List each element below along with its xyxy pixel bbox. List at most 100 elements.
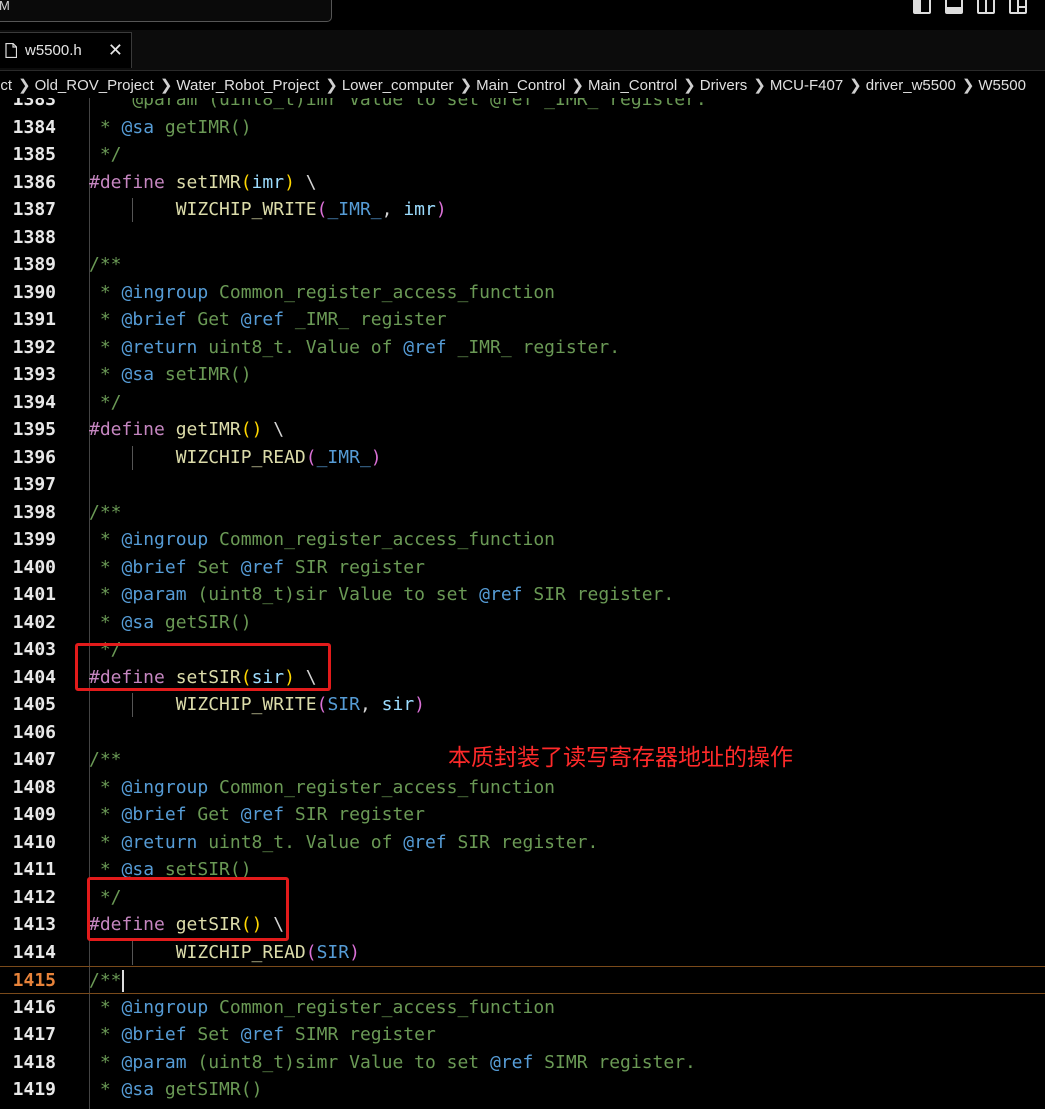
breadcrumb-item[interactable]: Main_Control [476,77,565,94]
code-line[interactable]: 1415 /** [0,966,1045,994]
code-token: @brief [121,1024,187,1045]
code-token: ( [240,171,252,193]
code-line[interactable]: 1389 /** [0,251,1045,279]
code-editor[interactable]: 1383 @param (uint8_t)imr Value to set @r… [0,98,1045,1109]
code-token: @ref [479,584,523,605]
code-text: * @param (uint8_t)sir Value to set @ref … [89,581,674,609]
customize-layout-icon[interactable] [1009,0,1027,14]
toggle-panel-icon[interactable] [945,0,963,14]
indent-guide [132,940,133,965]
code-token: WIZCHIP_WRITE [175,199,317,220]
line-number: 1404 [12,666,56,688]
code-line[interactable]: 1391 * @brief Get @ref _IMR_ register [0,306,1045,334]
code-line[interactable]: 1409 * @brief Get @ref SIR register [0,801,1045,829]
code-line[interactable]: 1414 WIZCHIP_READ(SIR) [0,939,1045,967]
code-token: @param [121,584,187,605]
toggle-secondary-sidebar-icon[interactable] [977,0,995,14]
code-token: #define [89,419,165,440]
code-text: @param (uint8_t)imr Value to set @ref _I… [89,98,706,114]
code-token: * [89,996,122,1018]
code-line[interactable]: 1398 /** [0,499,1045,527]
code-line[interactable]: 1384 * @sa getIMR() [0,114,1045,142]
code-token: @ref [240,309,285,330]
code-text: * @brief Get @ref SIR register [89,801,425,829]
code-line[interactable]: 1394 */ [0,389,1045,417]
breadcrumb-item[interactable]: ect [0,77,12,94]
code-token: * [89,776,122,798]
line-number: 1390 [12,281,56,303]
code-token: , [381,199,404,220]
indent-guide [132,445,133,470]
code-token: ( [316,694,328,715]
code-line[interactable]: 1417 * @brief Set @ref SIMR register [0,1021,1045,1049]
line-number: 1397 [12,474,56,495]
code-token: SIR register. [446,831,599,853]
breadcrumb-item[interactable]: Drivers [700,77,748,94]
breadcrumb-item[interactable]: Lower_computer [342,77,454,94]
code-token: WIZCHIP_READ [175,941,306,963]
command-search-input[interactable]: M [0,0,332,22]
text-cursor [121,970,124,992]
code-line[interactable]: 1383 @param (uint8_t)imr Value to set @r… [0,98,1045,114]
code-line[interactable]: 1386 #define setIMR(imr) \ [0,169,1045,197]
code-token: ( [305,446,317,468]
code-line[interactable]: 1388 [0,224,1045,252]
line-number: 1394 [12,391,56,413]
code-line[interactable]: 1399 * @ingroup Common_register_access_f… [0,526,1045,554]
code-token: setIMR() [154,364,252,385]
code-line[interactable]: 1405 WIZCHIP_WRITE(SIR, sir) [0,691,1045,719]
code-line[interactable]: 1397 [0,471,1045,499]
line-number: 1398 [12,501,56,523]
code-line[interactable]: 1392 * @return uint8_t. Value of @ref _I… [0,334,1045,362]
breadcrumb-item[interactable]: MCU-F407 [770,77,843,94]
code-token: Set [186,1024,241,1045]
code-line[interactable]: 1416 * @ingroup Common_register_access_f… [0,994,1045,1022]
code-token: SIMR register [284,1024,436,1045]
code-text: WIZCHIP_WRITE(_IMR_, imr) [89,196,447,224]
code-text: */ [89,141,122,169]
code-line[interactable]: 1400 * @brief Set @ref SIR register [0,554,1045,582]
chevron-right-icon: ❯ [159,77,173,94]
breadcrumb-item[interactable]: Water_Robot_Project [176,77,319,94]
code-line[interactable]: 1408 * @ingroup Common_register_access_f… [0,774,1045,802]
line-number: 1417 [12,1024,56,1045]
code-token: ) [284,171,295,193]
code-text: * @sa setIMR() [89,361,252,389]
code-line[interactable]: 1402 * @sa getSIR() [0,609,1045,637]
code-token: ( [316,199,328,220]
code-line[interactable]: 1396 WIZCHIP_READ(_IMR_) [0,444,1045,472]
code-line[interactable]: 1419 * @sa getSIMR() [0,1076,1045,1104]
breadcrumb-item[interactable]: Main_Control [588,77,677,94]
line-number: 1410 [12,831,56,853]
code-line[interactable]: 1393 * @sa setIMR() [0,361,1045,389]
code-token: * [89,116,122,138]
code-line[interactable]: 1385 */ [0,141,1045,169]
code-token: Common_register_access_function [208,529,555,550]
code-line[interactable]: 1418 * @param (uint8_t)simr Value to set… [0,1049,1045,1077]
breadcrumb-item[interactable]: W5500 [978,77,1026,94]
code-line[interactable]: 1410 * @return uint8_t. Value of @ref SI… [0,829,1045,857]
code-line[interactable]: 1401 * @param (uint8_t)sir Value to set … [0,581,1045,609]
editor-tab-bar: w5500.h ✕ [0,30,1045,71]
code-line[interactable]: 1387 WIZCHIP_WRITE(_IMR_, imr) [0,196,1045,224]
breadcrumb-item[interactable]: driver_w5500 [866,77,956,94]
toggle-primary-sidebar-icon[interactable] [913,0,931,14]
code-line[interactable]: 1395 #define getIMR() \ [0,416,1045,444]
code-token: getSIMR() [154,1079,263,1100]
code-token: * [89,309,122,330]
code-token: SIR [327,694,360,715]
line-number: 1418 [12,1051,56,1073]
indent-guide [132,198,133,222]
code-text: * @ingroup Common_register_access_functi… [89,774,555,802]
code-line[interactable]: 1390 * @ingroup Common_register_access_f… [0,279,1045,307]
code-token: * [89,556,122,578]
code-token: * [89,336,122,358]
close-icon[interactable]: ✕ [108,40,123,61]
tab-w5500-h[interactable]: w5500.h ✕ [0,32,132,68]
line-number: 1387 [12,199,56,220]
breadcrumb-item[interactable]: Old_ROV_Project [35,77,154,94]
line-number: 1392 [12,336,56,358]
line-number: 1416 [12,996,56,1018]
code-token: /** [89,501,122,523]
code-token: @ref [489,1051,534,1073]
